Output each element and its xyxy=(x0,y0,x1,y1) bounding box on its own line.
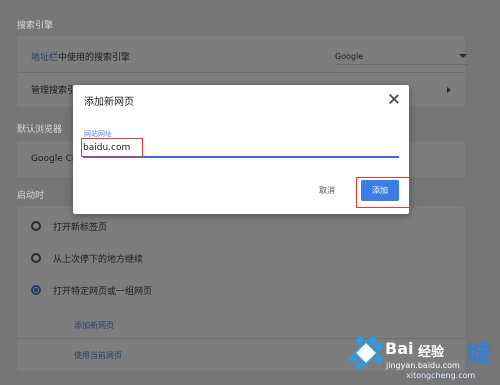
cancel-button[interactable]: 取消 xyxy=(319,185,335,196)
chevron-right-icon xyxy=(447,87,451,93)
site-url-label: 网站网址 xyxy=(84,130,112,138)
watermark-site-char: 城 xyxy=(466,340,490,368)
watermark-site-url: xitongcheng.com xyxy=(406,371,476,380)
watermark-brand-suffix: 经验 xyxy=(418,345,445,360)
search-engine-select[interactable]: Google xyxy=(335,48,467,65)
close-icon[interactable] xyxy=(389,94,399,104)
startup-option-label: 从上次停下的地方继续 xyxy=(53,254,144,265)
site-url-input[interactable] xyxy=(83,141,399,158)
startup-section-title: 启动时 xyxy=(17,191,45,201)
chevron-down-icon xyxy=(459,54,467,58)
startup-option-new-tab[interactable]: 打开新标签页 xyxy=(31,210,451,242)
search-engine-value: Google xyxy=(335,51,364,61)
startup-option-label: 打开新标签页 xyxy=(53,222,108,233)
default-browser-section-title: 默认浏览器 xyxy=(17,125,63,135)
watermark-url: jingyan.baidu.com xyxy=(386,361,460,370)
dialog-title: 添加新网页 xyxy=(84,97,134,108)
startup-option-continue[interactable]: 从上次停下的地方继续 xyxy=(31,242,451,274)
add-page-dialog: 添加新网页 网站网址 取消 添加 xyxy=(73,85,409,214)
watermark-brand: Bai xyxy=(385,339,414,358)
startup-option-specific-pages[interactable]: 打开特定网页或一组网页 xyxy=(31,274,451,306)
watermark-logo-icon xyxy=(348,335,384,371)
radio-button-selected[interactable] xyxy=(31,285,41,295)
add-new-page-link[interactable]: 添加新网页 xyxy=(74,320,114,331)
startup-option-label: 打开特定网页或一组网页 xyxy=(53,286,153,297)
radio-button[interactable] xyxy=(31,253,41,263)
add-button[interactable]: 添加 xyxy=(361,180,399,201)
search-engine-section-title: 搜索引擎 xyxy=(17,21,54,31)
radio-button[interactable] xyxy=(31,221,41,231)
address-bar-engine-label: 中使用的搜索引擎 xyxy=(58,52,131,63)
address-bar-link[interactable]: 地址栏 xyxy=(31,50,58,63)
use-current-pages-link[interactable]: 使用当前网页 xyxy=(74,350,122,361)
